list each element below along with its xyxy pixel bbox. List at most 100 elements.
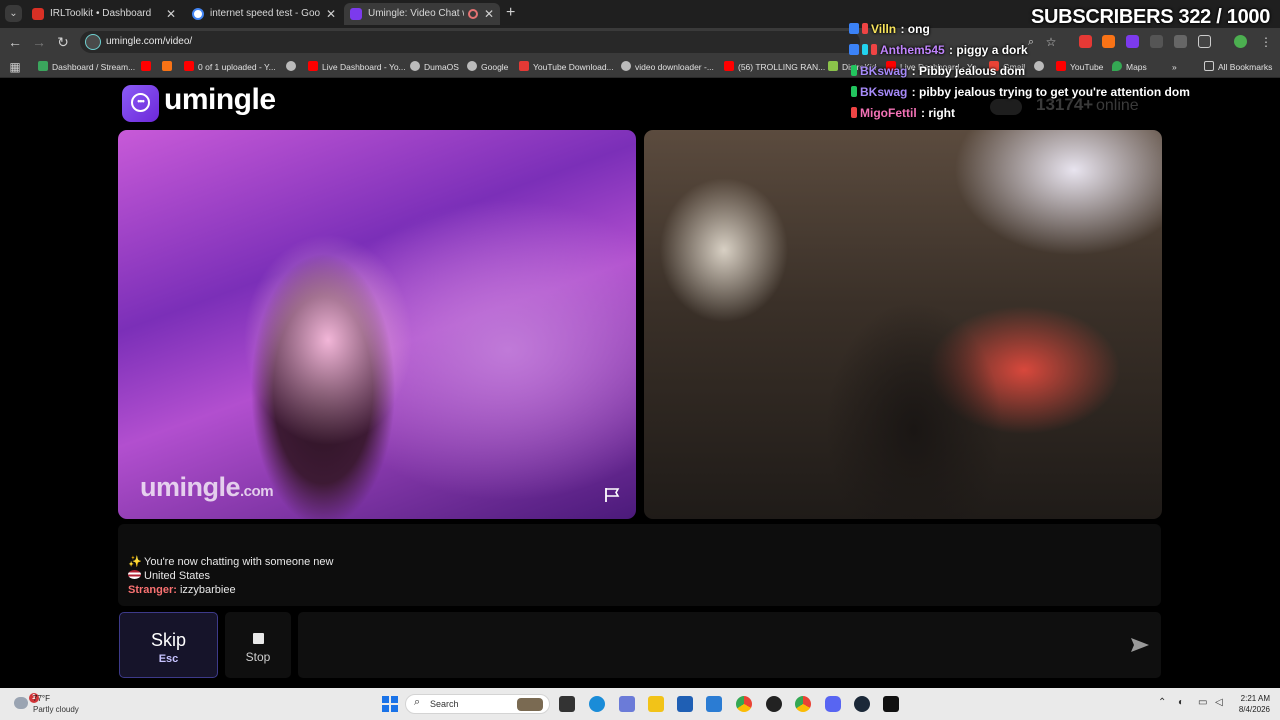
bookmark-item[interactable] xyxy=(162,56,176,78)
volume-icon[interactable]: ◁ xyxy=(1215,697,1223,708)
chat-line-stranger: Stranger: izzybarbiee xyxy=(128,584,236,596)
extension-icon[interactable] xyxy=(1102,35,1115,48)
site-info-icon[interactable] xyxy=(85,34,101,50)
badge-icon xyxy=(851,65,857,76)
bookmark-item[interactable]: Dashboard / Stream... xyxy=(38,56,135,78)
obs-icon[interactable] xyxy=(766,696,782,712)
stranger-name: izzybarbiee xyxy=(179,584,236,596)
maps-icon xyxy=(1112,61,1122,71)
discord-icon[interactable] xyxy=(825,696,841,712)
profile-avatar[interactable] xyxy=(1234,35,1247,48)
bookmarks-overflow-icon[interactable]: » xyxy=(1172,56,1177,78)
badge-icon xyxy=(849,44,859,55)
bookmark-item[interactable]: (56) TROLLING RAN... xyxy=(724,56,825,78)
extension-icon[interactable] xyxy=(1126,35,1139,48)
search-label: Search xyxy=(430,699,459,709)
task-view-icon[interactable] xyxy=(559,696,575,712)
irltoolkit-icon xyxy=(32,8,44,20)
bookmark-item[interactable]: 0 of 1 uploaded - Y... xyxy=(184,56,276,78)
folder-icon xyxy=(162,61,172,71)
tab-irltoolkit[interactable]: IRLToolkit • Dashboard ✕ xyxy=(26,3,182,25)
extension-icon[interactable] xyxy=(1150,35,1163,48)
extension-icon[interactable] xyxy=(1079,35,1092,48)
sparkles-icon: ✨ xyxy=(128,556,142,568)
send-icon[interactable] xyxy=(1130,637,1150,653)
weather-widget[interactable]: 1 77°F Partly cloudy xyxy=(10,693,90,715)
self-video xyxy=(644,130,1162,519)
copilot-icon[interactable] xyxy=(619,696,635,712)
extension-icon[interactable] xyxy=(1174,35,1187,48)
edge-icon[interactable] xyxy=(589,696,605,712)
clock-date: 8/4/2026 xyxy=(1238,705,1270,714)
globe-icon xyxy=(1034,61,1044,71)
extensions-puzzle-icon[interactable] xyxy=(1198,35,1211,48)
chevron-up-icon[interactable]: ⌃ xyxy=(1158,697,1166,708)
microphone-icon[interactable]: ◐ xyxy=(1178,697,1184,708)
forward-icon[interactable]: → xyxy=(30,33,48,51)
address-bar[interactable]: umingle.com/video/ xyxy=(80,31,860,53)
umingle-watermark: umingle.com xyxy=(140,472,274,502)
bookmark-item[interactable] xyxy=(141,56,155,78)
youtube-icon xyxy=(141,61,151,71)
streamelements-icon xyxy=(38,61,48,71)
message-input[interactable] xyxy=(298,612,1161,678)
report-flag-icon[interactable] xyxy=(604,487,622,503)
bookmarks-bar: ▦ Dashboard / Stream... 0 of 1 uploaded … xyxy=(0,56,1280,78)
skip-label: Skip xyxy=(150,630,186,650)
close-icon[interactable]: ✕ xyxy=(166,3,176,25)
tab-label: IRLToolkit • Dashboard xyxy=(50,8,152,19)
tab-search-button[interactable]: ⌄ xyxy=(5,5,22,22)
steam-icon[interactable] xyxy=(854,696,870,712)
windows-start-icon[interactable] xyxy=(382,696,398,712)
bookmark-item[interactable] xyxy=(1034,56,1048,78)
network-icon[interactable]: ▭ xyxy=(1198,697,1207,708)
back-icon[interactable]: ← xyxy=(6,33,24,51)
stop-button[interactable]: Stop xyxy=(225,612,291,678)
tab-speed-test[interactable]: internet speed test - Google Se ✕ xyxy=(186,3,342,25)
download-icon xyxy=(519,61,529,71)
taskbar-clock[interactable]: 2:21 AM 8/4/2026 xyxy=(1230,693,1270,715)
bookmark-item[interactable]: Google xyxy=(467,56,508,78)
close-icon[interactable]: ✕ xyxy=(484,3,494,25)
overlay-chat-message: MigoFettil : right xyxy=(851,106,955,120)
terminal-icon[interactable] xyxy=(883,696,899,712)
apps-grid-icon[interactable]: ▦ xyxy=(6,58,24,76)
all-bookmarks-button[interactable]: All Bookmarks xyxy=(1204,56,1272,78)
online-indicator xyxy=(990,99,1022,115)
bookmark-star-icon[interactable]: ☆ xyxy=(1042,33,1060,51)
taskbar-search[interactable]: ⌕ Search xyxy=(405,694,550,714)
windows-taskbar: 1 77°F Partly cloudy ⌕ Search ⌃ ◐ ▭ ◁ 2:… xyxy=(0,688,1280,720)
reload-icon[interactable]: ↻ xyxy=(54,33,72,51)
new-tab-button[interactable]: + xyxy=(506,4,515,22)
bookmark-item[interactable]: Live Dashboard - Yo... xyxy=(308,56,406,78)
file-explorer-icon[interactable] xyxy=(648,696,664,712)
bookmark-label: YouTube xyxy=(1070,62,1104,72)
bookmark-item[interactable]: video downloader -... xyxy=(621,56,714,78)
bookmark-item[interactable] xyxy=(286,56,300,78)
address-url[interactable]: umingle.com/video/ xyxy=(106,31,192,53)
tab-umingle[interactable]: Umingle: Video Chat with S ✕ xyxy=(344,3,500,25)
globe-icon xyxy=(410,61,420,71)
bookmark-item[interactable]: DumaOS xyxy=(410,56,459,78)
store-icon[interactable] xyxy=(677,696,693,712)
skip-shortcut: Esc xyxy=(158,653,179,665)
bookmark-label: video downloader -... xyxy=(635,62,714,72)
logo-text: umingle xyxy=(164,83,276,116)
bookmark-label: Live Dashboard - Yo... xyxy=(322,62,406,72)
skip-button[interactable]: Skip Esc xyxy=(119,612,218,678)
outlook-icon[interactable] xyxy=(706,696,722,712)
close-icon[interactable]: ✕ xyxy=(326,3,336,25)
menu-dots-icon[interactable]: ⋮ xyxy=(1257,33,1275,51)
bookmark-item[interactable]: Maps xyxy=(1112,56,1147,78)
chrome-icon[interactable] xyxy=(736,696,752,712)
folder-icon xyxy=(1204,61,1214,71)
bookmark-label: 0 of 1 uploaded - Y... xyxy=(198,62,276,72)
bookmark-item[interactable]: YouTube Download... xyxy=(519,56,614,78)
clock-time: 2:21 AM xyxy=(1240,694,1270,703)
chrome-icon[interactable] xyxy=(795,696,811,712)
bookmark-item[interactable]: YouTube xyxy=(1056,56,1103,78)
weather-desc: Partly cloudy xyxy=(33,705,79,714)
overlay-chat-message: Anthem545 : piggy a dork xyxy=(849,43,1028,57)
partly-cloudy-icon xyxy=(14,697,28,709)
youtube-icon xyxy=(1056,61,1066,71)
